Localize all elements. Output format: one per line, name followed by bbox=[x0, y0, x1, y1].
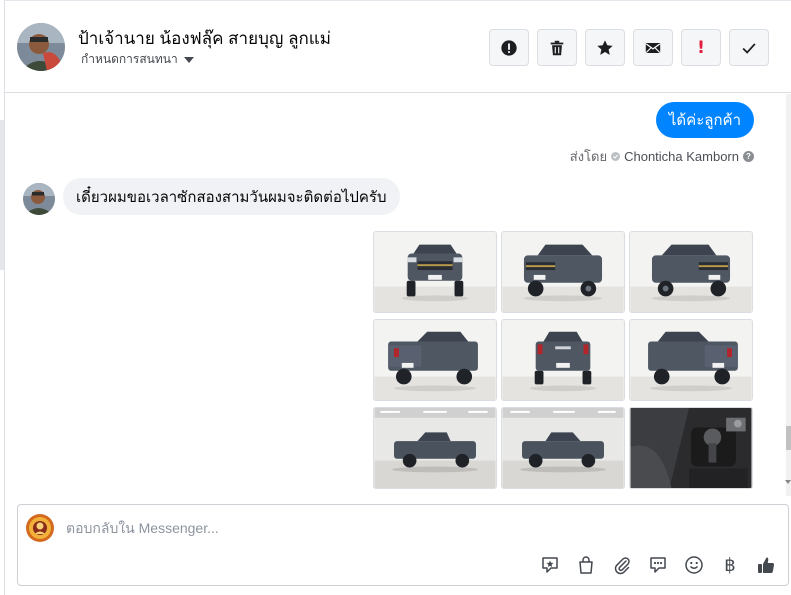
truck-interior-photo[interactable] bbox=[629, 407, 753, 489]
shop-button[interactable] bbox=[574, 553, 598, 577]
composer-toolbar: ฿ bbox=[538, 553, 778, 577]
star-button[interactable] bbox=[585, 29, 625, 66]
sticker-button[interactable] bbox=[538, 553, 562, 577]
truck-photo[interactable] bbox=[373, 407, 497, 489]
envelope-icon bbox=[645, 42, 661, 53]
emoji-button[interactable] bbox=[682, 553, 706, 577]
outgoing-message-bubble[interactable]: ได้ค่ะลูกค้า bbox=[655, 102, 754, 138]
exclamation-icon: ! bbox=[697, 37, 705, 58]
delete-button[interactable] bbox=[537, 29, 577, 66]
follow-up-button[interactable]: ! bbox=[681, 29, 721, 66]
verified-check-icon bbox=[611, 152, 621, 161]
truck-photo[interactable] bbox=[501, 231, 625, 313]
reply-input[interactable] bbox=[66, 517, 766, 539]
mark-spam-button[interactable] bbox=[489, 29, 529, 66]
conversation-header: ป้าเจ้านาย น้องฟลุ๊ค สายบุญ ลูกแม่ กำหนด… bbox=[5, 1, 791, 93]
left-panel-scrollbar[interactable] bbox=[0, 120, 4, 270]
truck-photo[interactable] bbox=[373, 319, 497, 401]
thread-scrollbar-thumb[interactable] bbox=[786, 426, 791, 450]
truck-photo[interactable] bbox=[629, 231, 753, 313]
checkmark-icon bbox=[742, 42, 756, 54]
bag-icon bbox=[579, 556, 593, 574]
trash-icon bbox=[550, 40, 564, 55]
scroll-down-arrow-icon[interactable] bbox=[785, 480, 791, 484]
conversation-settings-label: กำหนดการสนทนา bbox=[81, 52, 178, 66]
truck-photo[interactable] bbox=[501, 407, 625, 489]
reply-composer: ฿ bbox=[17, 504, 789, 586]
truck-photo[interactable] bbox=[373, 231, 497, 313]
mark-done-button[interactable] bbox=[729, 29, 769, 66]
mark-unread-button[interactable] bbox=[633, 29, 673, 66]
conversation-settings-dropdown[interactable]: กำหนดการสนทนา bbox=[81, 50, 194, 69]
paperclip-icon bbox=[614, 557, 630, 575]
contact-name[interactable]: ป้าเจ้านาย น้องฟลุ๊ค สายบุญ ลูกแม่ bbox=[78, 25, 331, 52]
truck-photo[interactable] bbox=[629, 319, 753, 401]
star-icon bbox=[597, 39, 613, 55]
truck-photo[interactable] bbox=[501, 319, 625, 401]
page-avatar bbox=[26, 514, 54, 542]
help-icon[interactable]: ? bbox=[743, 151, 754, 162]
contact-avatar[interactable] bbox=[17, 23, 65, 71]
photo-attachment-grid bbox=[373, 231, 753, 489]
saved-reply-icon bbox=[650, 557, 666, 573]
emoji-icon bbox=[685, 556, 703, 574]
saved-replies-button[interactable] bbox=[646, 553, 670, 577]
thumbs-up-icon bbox=[758, 557, 775, 573]
baht-icon: ฿ bbox=[724, 554, 736, 576]
payment-button[interactable]: ฿ bbox=[718, 553, 742, 577]
contact-avatar-small[interactable] bbox=[23, 183, 55, 215]
message-thread[interactable]: ได้ค่ะลูกค้า ส่งโดย Chonticha Kamborn ? … bbox=[5, 94, 786, 496]
conversation-toolbar: ! bbox=[489, 29, 769, 66]
sender-name[interactable]: Chonticha Kamborn bbox=[624, 149, 739, 164]
alert-circle-icon bbox=[501, 39, 517, 56]
like-button[interactable] bbox=[754, 553, 778, 577]
caret-down-icon bbox=[183, 56, 194, 63]
attach-button[interactable] bbox=[610, 553, 634, 577]
sent-by-prefix: ส่งโดย bbox=[569, 149, 608, 164]
sticker-icon bbox=[542, 557, 558, 573]
incoming-message-bubble[interactable]: เดี๋ยวผมขอเวลาซักสองสามวันผมจะติดต่อไปคร… bbox=[63, 178, 400, 215]
sent-by-line: ส่งโดย Chonticha Kamborn ? bbox=[570, 146, 754, 167]
